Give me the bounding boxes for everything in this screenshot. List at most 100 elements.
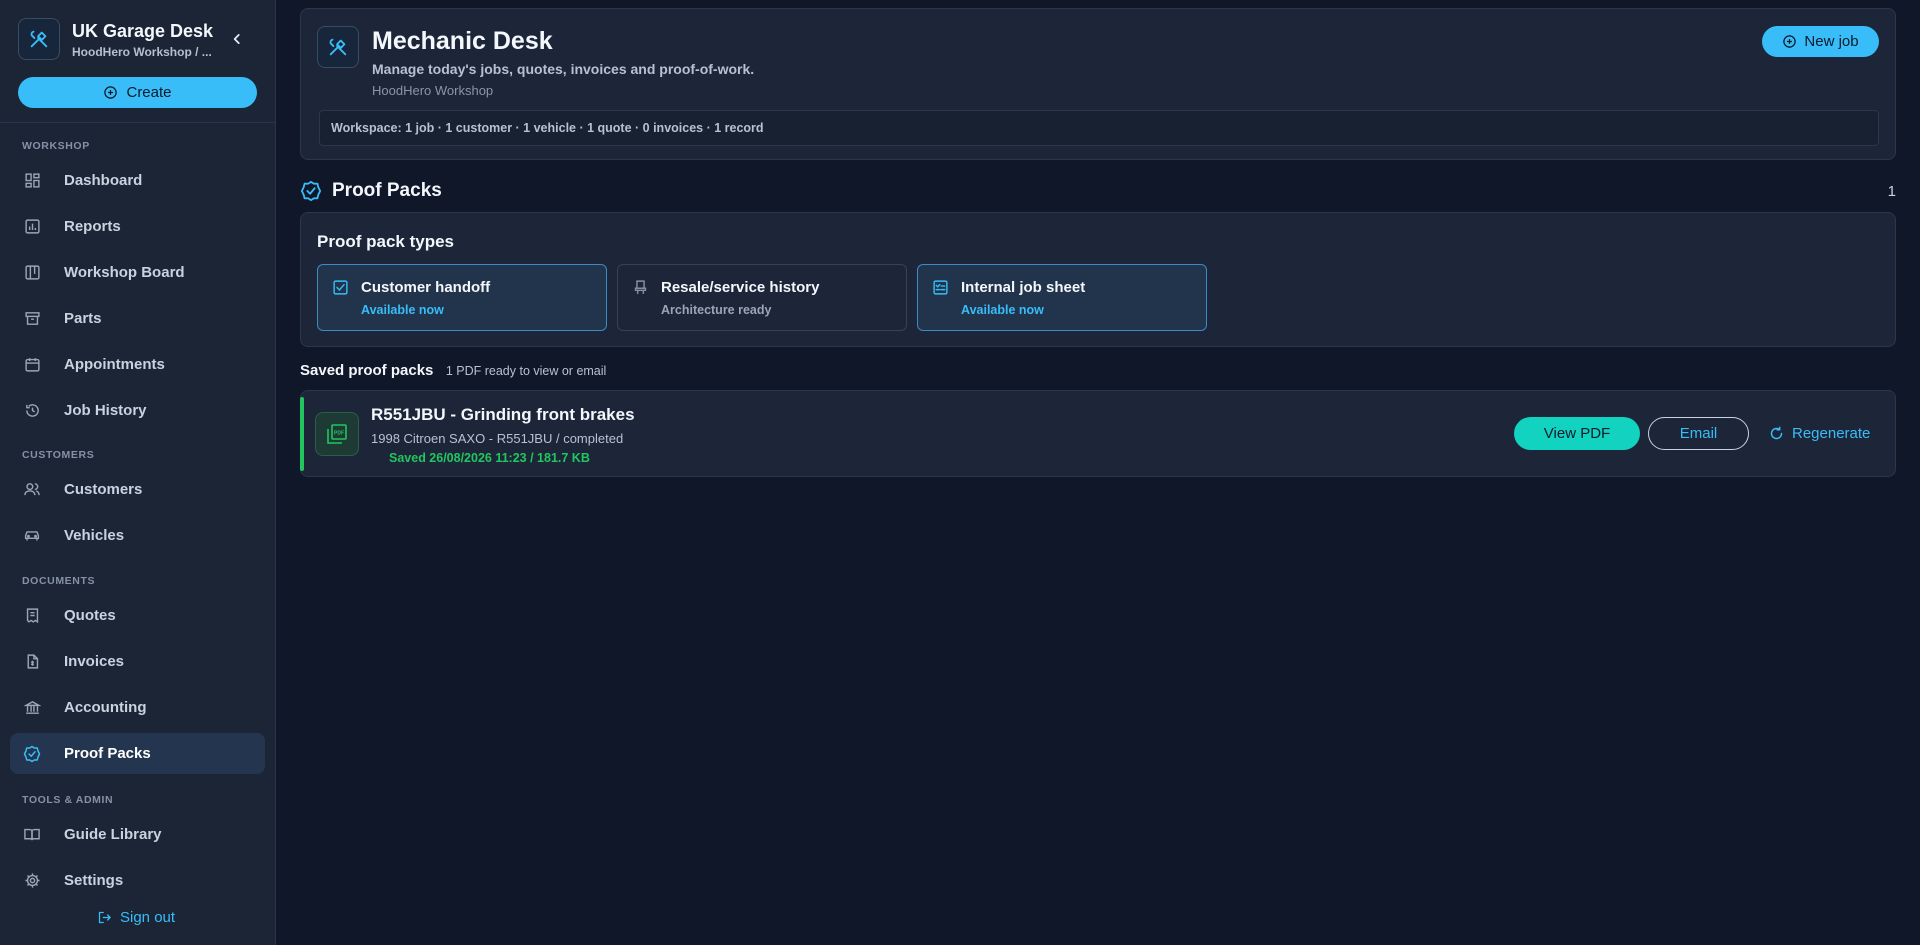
sidebar-item-label: Customers <box>64 481 143 498</box>
saved-packs-subtitle: 1 PDF ready to view or email <box>445 364 607 378</box>
nav-section-documents: DOCUMENTS <box>22 575 96 587</box>
users-icon <box>23 481 41 499</box>
sidebar-item-parts[interactable]: Parts <box>10 298 265 339</box>
sidebar-item-label: Guide Library <box>64 826 162 843</box>
regenerate-label: Regenerate <box>1792 425 1871 442</box>
sidebar-item-label: Job History <box>64 402 147 419</box>
car-seat-icon <box>632 279 650 297</box>
dashboard-icon <box>23 172 41 190</box>
book-open-icon <box>23 826 41 844</box>
sidebar-item-invoices[interactable]: Invoices <box>10 641 265 682</box>
sidebar-item-settings[interactable]: Settings <box>10 860 265 901</box>
status-accent-bar <box>300 397 304 471</box>
sign-out-button[interactable]: Sign out <box>97 907 175 927</box>
type-tile-internal-job-sheet[interactable]: Internal job sheet Available now <box>917 264 1207 331</box>
brand-subtitle: HoodHero Workshop / ... <box>72 45 212 59</box>
receipt-icon <box>23 607 41 625</box>
sidebar-item-label: Settings <box>64 872 124 889</box>
sidebar-item-proof-packs[interactable]: Proof Packs <box>10 733 265 774</box>
sign-out-label: Sign out <box>120 908 176 926</box>
new-job-label: New job <box>1804 33 1859 50</box>
sidebar-item-dashboard[interactable]: Dashboard <box>10 160 265 201</box>
logout-icon <box>98 911 111 923</box>
type-status: Available now <box>361 303 444 317</box>
view-pdf-button[interactable]: View PDF <box>1514 417 1640 450</box>
pack-meta: 1998 Citroen SAXO - R551JBU / completed <box>371 431 624 446</box>
type-status: Available now <box>961 303 1044 317</box>
sidebar-item-label: Accounting <box>64 699 147 716</box>
archive-box-icon <box>23 310 41 328</box>
saved-packs-header: Saved proof packs 1 PDF ready to view or… <box>300 362 606 380</box>
plus-circle-icon <box>1783 35 1797 48</box>
plus-circle-icon <box>104 86 118 99</box>
sidebar-item-reports[interactable]: Reports <box>10 206 265 247</box>
section-title: Proof Packs <box>332 180 442 201</box>
sidebar-item-guide-library[interactable]: Guide Library <box>10 814 265 855</box>
type-status: Architecture ready <box>661 303 772 317</box>
brand-title: UK Garage Desk <box>72 21 214 41</box>
email-button[interactable]: Email <box>1648 417 1749 450</box>
wrench-hammer-icon <box>317 26 359 68</box>
type-tile-customer-handoff[interactable]: Customer handoff Available now <box>317 264 607 331</box>
pdf-file-icon: PDF <box>315 412 359 456</box>
svg-text:PDF: PDF <box>334 431 344 437</box>
types-title: Proof pack types <box>317 232 454 251</box>
sidebar: UK Garage Desk HoodHero Workshop / ... C… <box>0 0 276 945</box>
sidebar-item-appointments[interactable]: Appointments <box>10 344 265 385</box>
type-name: Resale/service history <box>661 279 820 296</box>
create-label: Create <box>126 84 172 101</box>
bank-icon <box>23 699 41 717</box>
car-icon <box>23 527 41 545</box>
type-tile-resale-history[interactable]: Resale/service history Architecture read… <box>617 264 907 331</box>
nav-section-customers: CUSTOMERS <box>22 449 95 461</box>
board-icon <box>23 264 41 282</box>
create-button[interactable]: Create <box>18 77 257 108</box>
sidebar-item-label: Invoices <box>64 653 125 670</box>
regenerate-button[interactable]: Regenerate <box>1769 417 1879 450</box>
sidebar-item-label: Dashboard <box>64 172 143 189</box>
type-name: Internal job sheet <box>961 279 1086 296</box>
proof-packs-section-header: Proof Packs 1 <box>300 179 1896 203</box>
verified-badge-icon <box>23 745 41 763</box>
pack-saved-info: Saved 26/08/2026 11:23 / 181.7 KB <box>389 451 590 465</box>
page-subtitle: Manage today's jobs, quotes, invoices an… <box>372 61 755 77</box>
sidebar-item-label: Parts <box>64 310 102 327</box>
workspace-summary: Workspace: 1 job · 1 customer · 1 vehicl… <box>319 110 1879 146</box>
sidebar-divider <box>0 122 276 123</box>
chevron-left-icon <box>233 34 240 44</box>
refresh-icon <box>1770 426 1783 440</box>
brand: UK Garage Desk HoodHero Workshop / ... <box>18 18 258 60</box>
sidebar-item-job-history[interactable]: Job History <box>10 390 265 431</box>
proof-pack-types-card: Proof pack types Customer handoff Availa… <box>300 212 1896 347</box>
reports-icon <box>23 218 41 236</box>
new-job-button[interactable]: New job <box>1762 26 1879 57</box>
sidebar-item-accounting[interactable]: Accounting <box>10 687 265 728</box>
sidebar-item-label: Proof Packs <box>64 745 151 762</box>
type-name: Customer handoff <box>361 279 491 296</box>
page-header: Mechanic Desk Manage today's jobs, quote… <box>300 8 1896 160</box>
pack-title: R551JBU - Grinding front brakes <box>371 405 635 424</box>
gear-icon <box>23 872 41 890</box>
verified-badge-icon <box>300 180 322 202</box>
sidebar-item-label: Vehicles <box>64 527 125 544</box>
organization-name: HoodHero Workshop <box>372 83 494 98</box>
sidebar-item-customers[interactable]: Customers <box>10 469 265 510</box>
calendar-icon <box>23 356 41 374</box>
sidebar-item-label: Workshop Board <box>64 264 185 281</box>
sidebar-item-workshop-board[interactable]: Workshop Board <box>10 252 265 293</box>
sidebar-item-quotes[interactable]: Quotes <box>10 595 265 636</box>
sidebar-item-label: Reports <box>64 218 121 235</box>
nav-section-workshop: WORKSHOP <box>22 140 90 152</box>
wrench-hammer-icon <box>18 18 60 60</box>
collapse-sidebar-button[interactable] <box>226 28 248 50</box>
section-count: 1 <box>1887 183 1896 200</box>
sidebar-item-label: Quotes <box>64 607 116 624</box>
checkbox-icon <box>332 279 350 297</box>
history-icon <box>23 402 41 420</box>
checklist-icon <box>932 279 950 297</box>
invoice-icon <box>23 653 41 671</box>
page-title: Mechanic Desk <box>372 27 553 55</box>
saved-pack-row: PDF R551JBU - Grinding front brakes 1998… <box>300 390 1896 477</box>
sidebar-item-vehicles[interactable]: Vehicles <box>10 515 265 556</box>
saved-packs-title: Saved proof packs <box>300 362 434 379</box>
